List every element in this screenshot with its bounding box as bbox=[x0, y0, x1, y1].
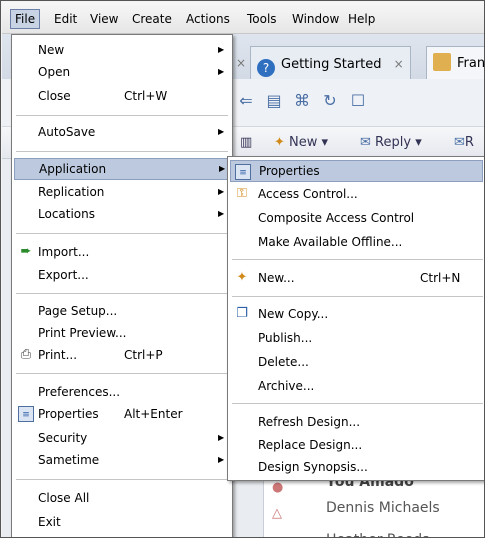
tab-getting-started[interactable]: ? Getting Started × bbox=[250, 46, 411, 80]
menu-item-sametime[interactable]: Sametime ▶ bbox=[14, 449, 230, 471]
menu-tools[interactable]: Tools bbox=[243, 9, 281, 29]
menu-item-export[interactable]: Export... bbox=[14, 264, 230, 286]
help-icon: ? bbox=[257, 59, 275, 77]
submenu-arrow-icon: ▶ bbox=[218, 209, 225, 218]
menu-separator bbox=[16, 479, 228, 480]
submenu-item-new[interactable]: ✦ New... Ctrl+N bbox=[230, 267, 483, 289]
menu-item-exit[interactable]: Exit bbox=[14, 511, 230, 533]
menu-item-locations[interactable]: Locations ▶ bbox=[14, 203, 230, 225]
submenu-item-properties[interactable]: ≡ Properties bbox=[230, 160, 483, 182]
submenu-item-refresh-design[interactable]: Refresh Design... bbox=[230, 411, 483, 433]
document-icon[interactable]: ▤ bbox=[264, 91, 284, 111]
new-icon: ✦ bbox=[274, 135, 285, 150]
submenu-arrow-icon: ▶ bbox=[218, 127, 225, 136]
reply-all-button[interactable]: ✉R bbox=[454, 135, 474, 150]
menu-separator bbox=[232, 403, 483, 404]
menu-separator bbox=[16, 115, 228, 116]
access-control-icon: ⚿ bbox=[237, 186, 247, 201]
menu-bar: File Edit View Create Actions Tools Wind… bbox=[2, 2, 484, 34]
tab-fran[interactable]: Fran bbox=[426, 46, 484, 80]
submenu-arrow-icon: ▶ bbox=[218, 455, 225, 464]
menu-separator bbox=[16, 293, 228, 294]
new-copy-icon: ❐ bbox=[236, 306, 248, 321]
menu-item-print-preview[interactable]: Print Preview... bbox=[14, 322, 230, 344]
menu-actions[interactable]: Actions bbox=[182, 9, 234, 29]
menu-item-close[interactable]: Close Ctrl+W bbox=[14, 85, 230, 107]
bookmark-icon[interactable]: ☐ bbox=[348, 91, 368, 111]
submenu-item-delete[interactable]: Delete... bbox=[230, 351, 483, 373]
submenu-item-archive[interactable]: Archive... bbox=[230, 375, 483, 397]
list-item[interactable]: △ Dennis Michaels bbox=[264, 495, 484, 521]
menu-item-import[interactable]: ➨ Import... bbox=[14, 241, 230, 263]
menu-help[interactable]: Help bbox=[344, 9, 379, 29]
menu-separator bbox=[232, 296, 483, 297]
import-icon: ➨ bbox=[20, 244, 32, 259]
menu-separator bbox=[232, 259, 483, 260]
menu-item-application[interactable]: Application ▶ bbox=[14, 158, 230, 180]
menu-separator bbox=[16, 233, 228, 234]
person-icon: △ bbox=[272, 533, 282, 537]
submenu-item-replace-design[interactable]: Replace Design... bbox=[230, 434, 483, 456]
menu-item-preferences[interactable]: Preferences... bbox=[14, 381, 230, 403]
menu-view[interactable]: View bbox=[86, 9, 122, 29]
submenu-item-composite-access-control[interactable]: Composite Access Control bbox=[230, 207, 483, 229]
submenu-arrow-icon: ▶ bbox=[219, 164, 226, 173]
menu-window[interactable]: Window bbox=[288, 9, 343, 29]
submenu-item-design-synopsis[interactable]: Design Synopsis... bbox=[230, 456, 483, 478]
menu-separator bbox=[16, 373, 228, 374]
menu-item-page-setup[interactable]: Page Setup... bbox=[14, 300, 230, 322]
submenu-arrow-icon: ▶ bbox=[218, 433, 225, 442]
application-window: × ? Getting Started × Fran ⇐ ▤ ⌘ ↻ ☐ ▥ ✦ … bbox=[0, 0, 485, 538]
properties-icon: ≡ bbox=[18, 406, 34, 422]
menu-item-security[interactable]: Security ▶ bbox=[14, 427, 230, 449]
properties-icon: ≡ bbox=[235, 164, 251, 180]
submenu-item-publish[interactable]: Publish... bbox=[230, 327, 483, 349]
menu-file[interactable]: File bbox=[10, 9, 41, 29]
menu-item-replication[interactable]: Replication ▶ bbox=[14, 181, 230, 203]
submenu-item-make-available-offline[interactable]: Make Available Offline... bbox=[230, 231, 483, 253]
submenu-arrow-icon: ▶ bbox=[218, 187, 225, 196]
menu-separator bbox=[16, 151, 228, 152]
tab-close-icon[interactable]: × bbox=[394, 57, 404, 71]
menu-item-open[interactable]: Open ▶ bbox=[14, 61, 230, 83]
printer-icon: ⎙ bbox=[20, 347, 32, 362]
submenu-item-access-control[interactable]: ⚿ Access Control... bbox=[230, 183, 483, 205]
reply-button[interactable]: ✉ Reply ▾ bbox=[360, 135, 422, 150]
new-button[interactable]: ✦ New ▾ bbox=[274, 135, 328, 150]
refresh-icon[interactable]: ↻ bbox=[320, 91, 340, 111]
menu-item-new[interactable]: New ▶ bbox=[14, 39, 230, 61]
menu-edit[interactable]: Edit bbox=[50, 9, 81, 29]
document-icon bbox=[433, 53, 451, 71]
submenu-arrow-icon: ▶ bbox=[218, 67, 225, 76]
submenu-item-new-copy[interactable]: ❐ New Copy... bbox=[230, 303, 483, 325]
application-submenu: ≡ Properties ⚿ Access Control... Composi… bbox=[227, 156, 484, 481]
list-item[interactable]: △ Heather Reeds bbox=[264, 527, 484, 537]
menu-item-close-all[interactable]: Close All bbox=[14, 487, 230, 509]
reply-icon: ✉ bbox=[360, 135, 371, 150]
reply-all-icon: ✉ bbox=[454, 135, 465, 150]
file-menu: New ▶ Open ▶ Close Ctrl+W AutoSave ▶ Applica… bbox=[11, 34, 233, 537]
menu-create[interactable]: Create bbox=[128, 9, 176, 29]
search-icon[interactable]: ⌘ bbox=[292, 91, 312, 111]
submenu-arrow-icon: ▶ bbox=[218, 45, 225, 54]
grid-icon[interactable]: ▥ bbox=[240, 135, 252, 150]
tab-close-icon[interactable]: × bbox=[230, 46, 252, 80]
menu-item-print[interactable]: ⎙ Print... Ctrl+P bbox=[14, 344, 230, 366]
person-icon: △ bbox=[272, 506, 282, 521]
new-app-icon: ✦ bbox=[236, 270, 248, 285]
menu-item-autosave[interactable]: AutoSave ▶ bbox=[14, 121, 230, 143]
menu-item-properties[interactable]: ≡ Properties Alt+Enter bbox=[14, 403, 230, 425]
back-icon[interactable]: ⇐ bbox=[236, 91, 256, 111]
